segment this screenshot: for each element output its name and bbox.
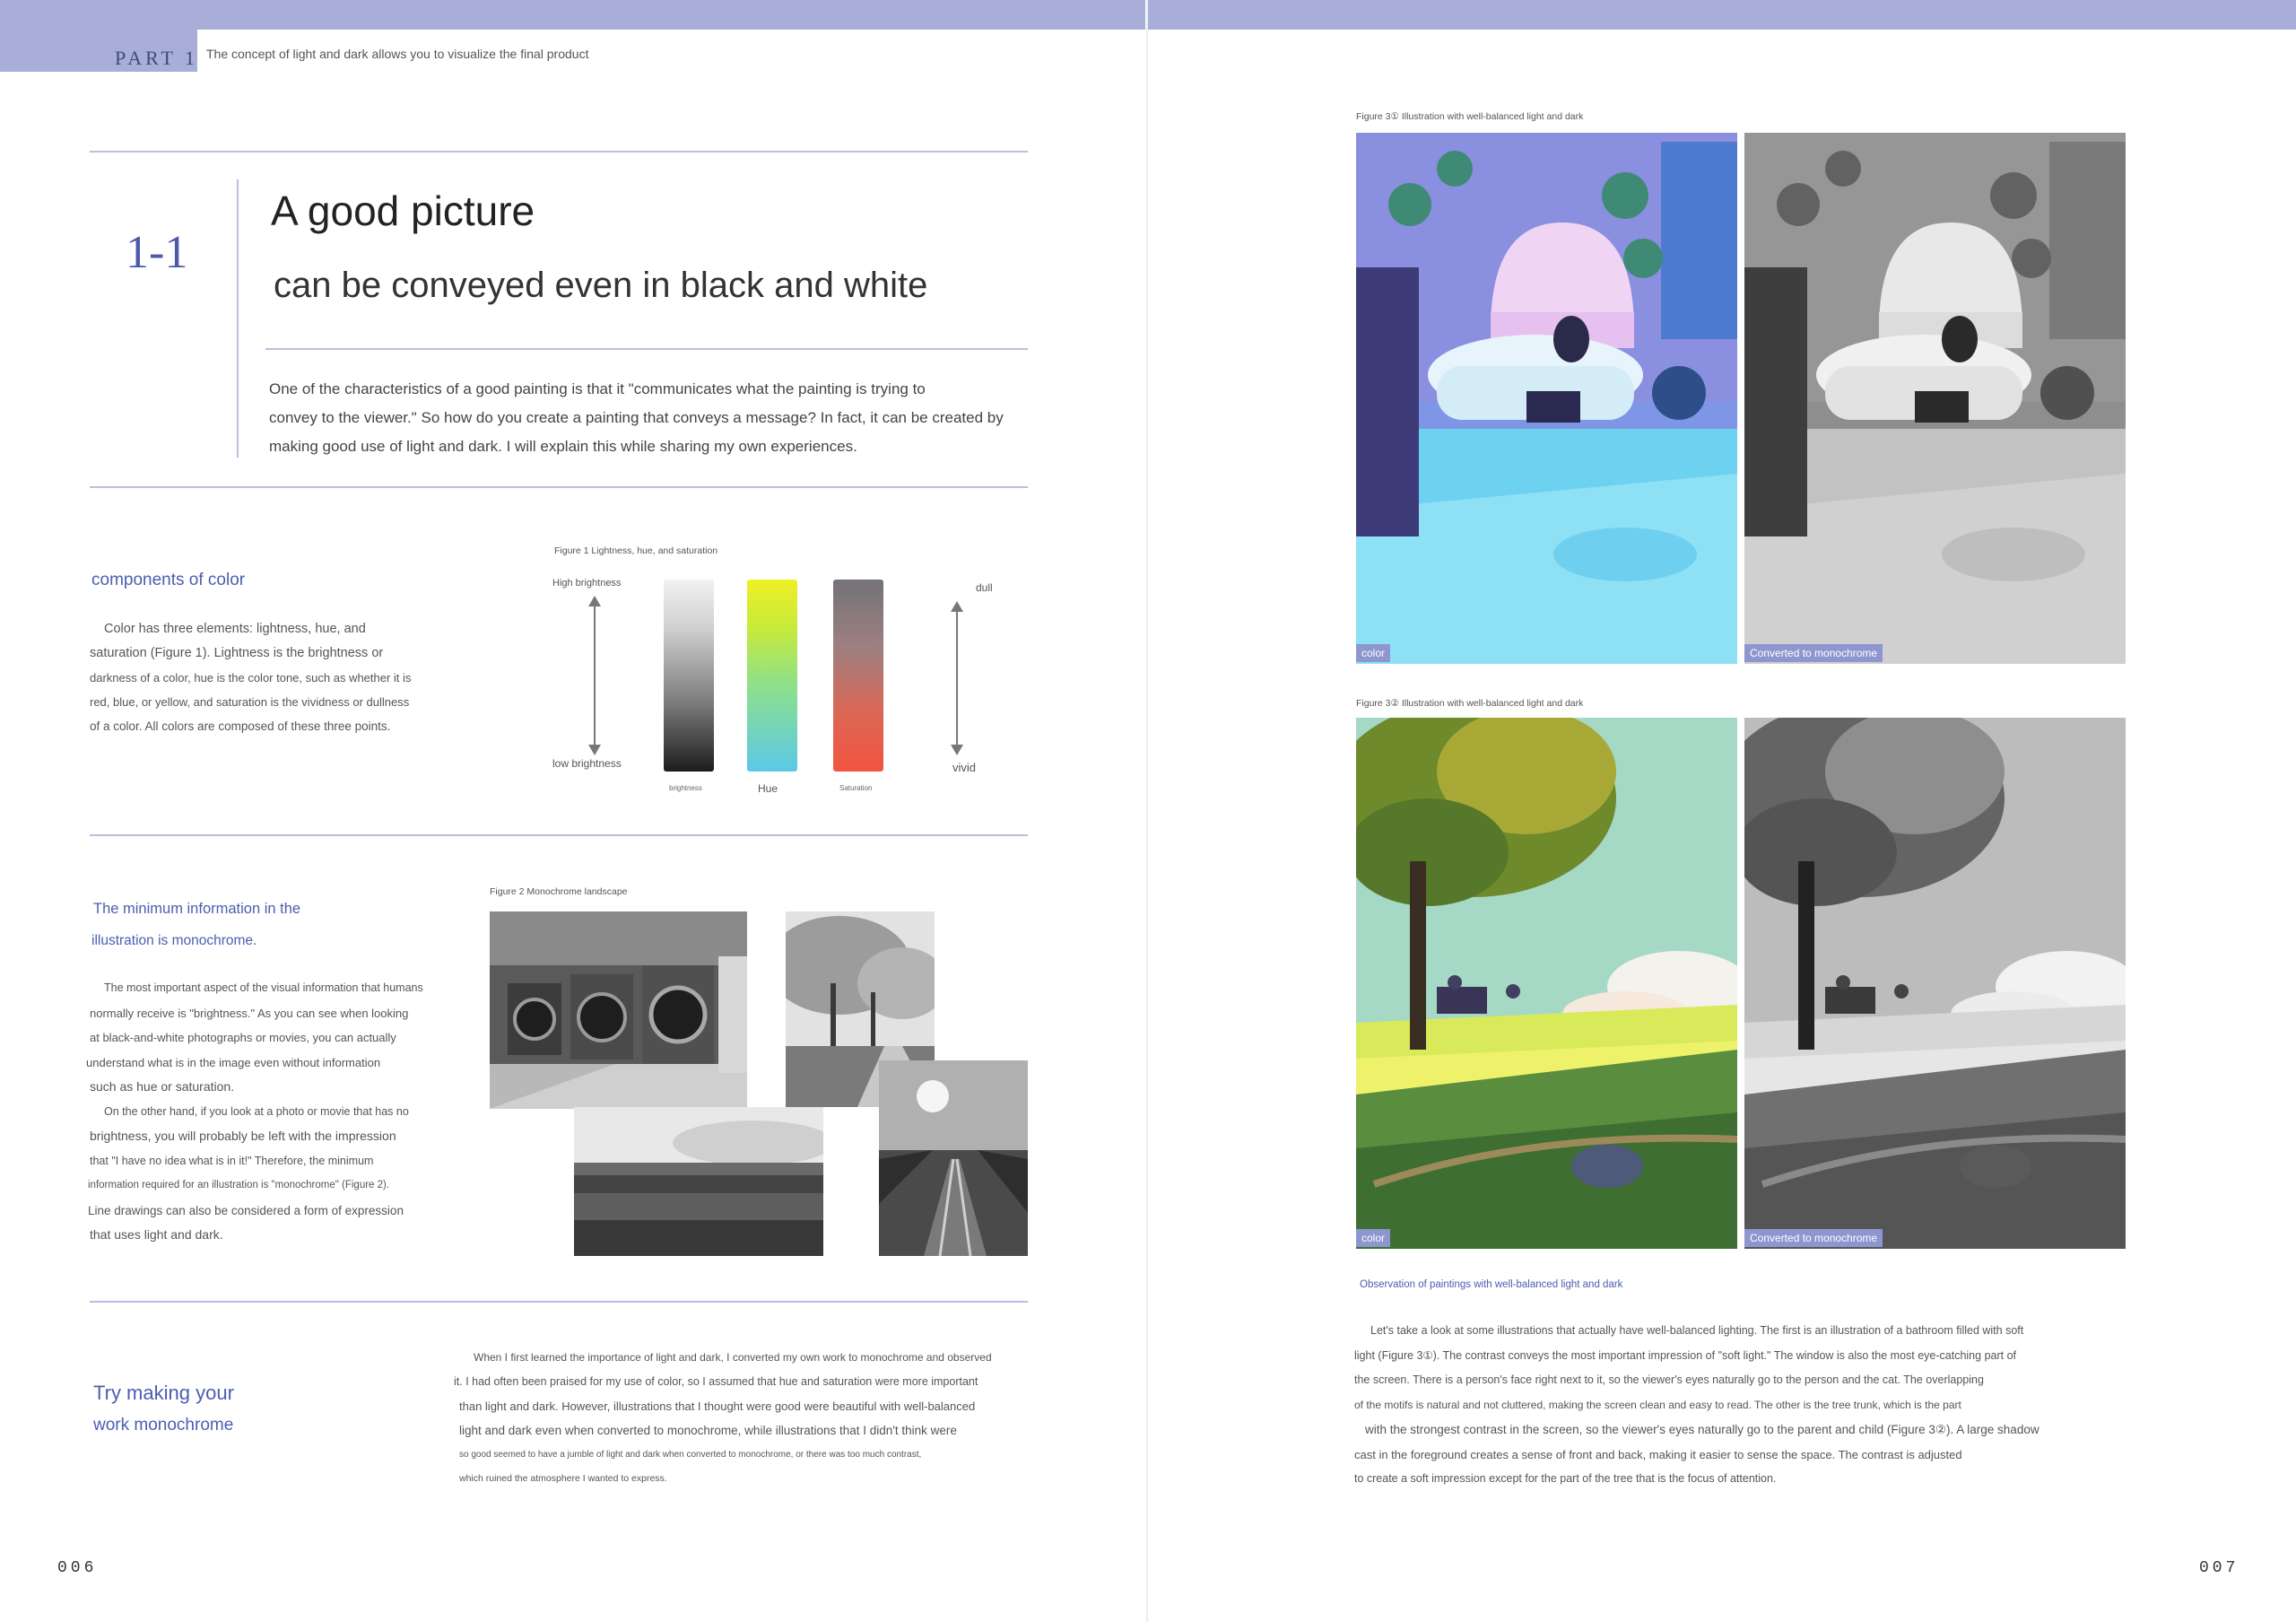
body-line: the screen. There is a person's face rig… (1354, 1373, 1984, 1386)
body-line: light and dark even when converted to mo… (459, 1424, 957, 1437)
figure32-caption: Figure 3② Illustration with well-balance… (1356, 698, 1584, 709)
arrow-shaft (594, 605, 596, 746)
photo-railway (879, 1060, 1028, 1256)
saturation-swatch (833, 580, 883, 772)
body-line: Color has three elements: lightness, hue… (104, 622, 366, 636)
high-brightness-label: High brightness (552, 578, 622, 589)
body-line: to create a soft impression except for t… (1354, 1472, 1777, 1485)
body-line: that "I have no idea what is in it!" The… (90, 1154, 374, 1167)
minimum-body: The most important aspect of the visual … (86, 976, 463, 1248)
section-number: 1-1 (126, 227, 188, 278)
brightness-label: brightness (669, 784, 702, 792)
header-band-left (0, 0, 1145, 30)
tree-illustration-monochrome (1744, 718, 2126, 1249)
body-line: red, blue, or yellow, and saturation is … (90, 695, 410, 709)
monochrome-badge: Converted to monochrome (1744, 644, 1883, 662)
components-body: Color has three elements: lightness, hue… (90, 617, 448, 738)
vivid-label: vivid (952, 761, 977, 774)
body-line: so good seemed to have a jumble of light… (459, 1450, 922, 1460)
body-line: Line drawings can also be considered a f… (88, 1203, 404, 1217)
body-line: than light and dark. However, illustrati… (459, 1400, 976, 1413)
color-badge: color (1356, 1229, 1391, 1247)
figure31-caption: Figure 3① Illustration with well-balance… (1356, 111, 1584, 122)
body-line: normally receive is "brightness." As you… (90, 1006, 409, 1020)
divider (90, 486, 1028, 488)
intro-paragraph: One of the characteristics of a good pai… (269, 375, 1040, 461)
body-line: saturation (Figure 1). Lightness is the … (90, 646, 384, 660)
try-title-line1: Try making your (93, 1382, 234, 1404)
body-line: The most important aspect of the visual … (104, 981, 423, 994)
page-number-right: 007 (2199, 1559, 2239, 1577)
intro-line: making good use of light and dark. I wil… (269, 438, 857, 455)
part-subtitle: The concept of light and dark allows you… (206, 47, 589, 61)
body-line: with the strongest contrast in the scree… (1365, 1423, 2039, 1436)
tree-illustration-color (1356, 718, 1737, 1249)
section-title: A good picture (271, 187, 535, 234)
divider (90, 834, 1028, 836)
minimum-title-line1: The minimum information in the (93, 901, 301, 917)
body-line: Let's take a look at some illustrations … (1370, 1324, 2024, 1337)
observation-title: Observation of paintings with well-balan… (1360, 1279, 1623, 1290)
photo-field (574, 1107, 823, 1256)
body-line: On the other hand, if you look at a phot… (104, 1104, 409, 1118)
saturation-label: Saturation (839, 784, 873, 792)
page-gutter (1146, 0, 1148, 1622)
divider (90, 1301, 1028, 1303)
low-brightness-label: low brightness (552, 757, 622, 770)
body-line: information required for an illustration… (88, 1180, 390, 1190)
body-line: of the motifs is natural and not clutter… (1354, 1398, 1961, 1411)
figure2-caption: Figure 2 Monochrome landscape (490, 886, 628, 897)
part-label: PART 1 (115, 47, 198, 69)
intro-line: One of the characteristics of a good pai… (269, 380, 926, 397)
observation-body: Let's take a look at some illustrations … (1354, 1319, 2126, 1492)
body-line: at black-and-white photographs or movies… (90, 1031, 396, 1044)
arrow-shaft (956, 610, 958, 746)
body-line: light (Figure 3①). The contrast conveys … (1354, 1348, 2017, 1362)
arrow-down-icon (951, 745, 963, 755)
hue-label: Hue (758, 782, 778, 795)
section-vertical-rule (237, 179, 239, 458)
body-line: When I first learned the importance of l… (474, 1351, 992, 1364)
brightness-swatch (664, 580, 714, 772)
bathroom-illustration-color (1356, 133, 1737, 664)
body-line: darkness of a color, hue is the color to… (90, 671, 412, 685)
bathroom-illustration-monochrome (1744, 133, 2126, 664)
divider (90, 151, 1028, 153)
components-title: components of color (91, 571, 246, 589)
body-line: of a color. All colors are composed of t… (90, 719, 391, 733)
try-title-line2: work monochrome (93, 1416, 234, 1435)
page-number-left: 006 (57, 1559, 98, 1577)
body-line: brightness, you will probably be left wi… (90, 1129, 396, 1143)
header-band-right (1148, 0, 2296, 30)
body-line: such as hue or saturation. (90, 1079, 235, 1094)
section-subtitle: can be conveyed even in black and white (274, 266, 928, 305)
body-line: cast in the foreground creates a sense o… (1354, 1447, 1962, 1461)
photo-laundromat (490, 911, 747, 1109)
intro-line: convey to the viewer." So how do you cre… (269, 409, 1004, 426)
minimum-title-line2: illustration is monochrome. (91, 933, 257, 948)
monochrome-badge: Converted to monochrome (1744, 1229, 1883, 1247)
dull-label: dull (976, 581, 993, 594)
body-line: which ruined the atmosphere I wanted to … (459, 1473, 667, 1484)
try-body: When I first learned the importance of l… (454, 1346, 1028, 1491)
hue-swatch (747, 580, 797, 772)
figure1-caption: Figure 1 Lightness, hue, and saturation (554, 545, 718, 556)
body-line: that uses light and dark. (90, 1227, 223, 1242)
body-line: it. I had often been praised for my use … (454, 1375, 978, 1388)
divider (265, 348, 1028, 350)
color-badge: color (1356, 644, 1391, 662)
arrow-down-icon (588, 745, 601, 755)
body-line: understand what is in the image even wit… (86, 1055, 381, 1069)
